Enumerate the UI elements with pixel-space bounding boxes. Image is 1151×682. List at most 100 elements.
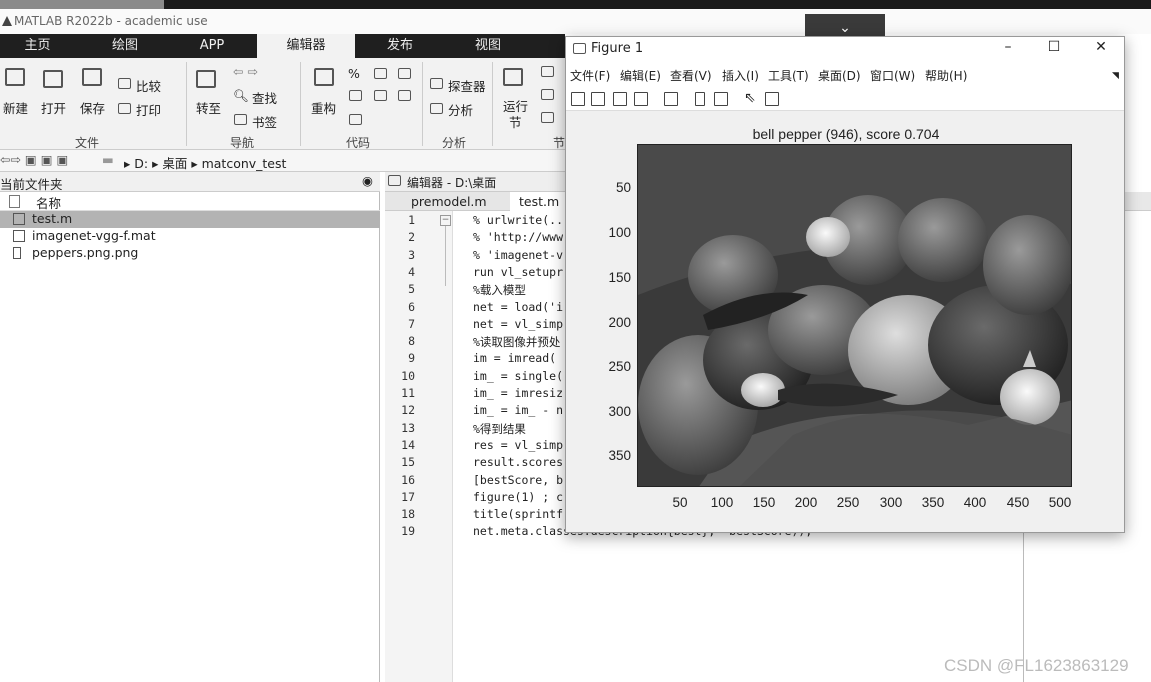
uncomment-icon[interactable] [374,68,387,79]
menu-file[interactable]: 文件(F) [570,67,610,84]
new-figure-icon[interactable] [571,92,585,106]
file-column-header[interactable]: 名称 [0,192,380,211]
code-line[interactable]: run vl_setupr [473,265,563,279]
tab-publish[interactable]: 发布 [360,34,440,58]
file-row[interactable]: peppers.png.png [0,245,380,262]
file-row[interactable]: test.m [0,211,380,228]
menu-help[interactable]: 帮助(H) [925,67,967,84]
tab-home[interactable]: 主页 [0,34,75,58]
minimize-icon[interactable]: – [993,39,1023,55]
panel-menu-icon[interactable]: ◉ [362,173,373,188]
code-line[interactable]: figure(1) ; c [473,490,563,504]
refactor-fx-icon [314,68,334,86]
wrap-icon[interactable] [349,90,362,101]
line-number: 12 [401,403,415,418]
back-forward-arrows-icon[interactable]: ⇦ ⇨ [233,64,258,79]
legend-icon[interactable] [714,92,728,106]
link-plot-icon[interactable] [664,92,678,106]
code-line[interactable]: %载入模型 [473,282,526,298]
run-advance-icon[interactable] [541,89,554,100]
editor-icon [388,175,401,186]
new-button[interactable]: 新建 [3,98,28,117]
path-folder[interactable]: 桌面 [162,156,187,171]
code-line[interactable]: net = load('i [473,300,563,314]
code-line[interactable]: title(sprintf [473,507,563,521]
fold-line [445,226,446,286]
menu-view[interactable]: 查看(V) [670,67,712,84]
x-tick-label: 400 [963,495,987,510]
open-button[interactable]: 打开 [41,98,66,117]
menu-edit[interactable]: 编辑(E) [620,67,661,84]
line-number: 1 [408,213,415,227]
code-line[interactable]: im = imread( [473,351,556,365]
analyze-button[interactable]: 分析 [448,100,473,119]
dock-arrow-icon[interactable]: ◥ [1112,71,1119,81]
x-tick-label: 150 [752,495,776,510]
property-inspector-icon[interactable] [765,92,779,106]
tab-premodel[interactable]: premodel.m × [411,192,495,228]
tab-view[interactable]: 视图 [448,34,528,58]
menu-desktop[interactable]: 桌面(D) [818,67,861,84]
nav-arrows-icon[interactable]: ⇦⇨ ▣ ▣ ▣ [0,152,68,167]
section-break-icon[interactable] [541,66,554,77]
refactor-button[interactable]: 重构 [311,98,336,117]
code-line[interactable]: im_ = im_ - n [473,403,563,417]
run-section-label-2[interactable]: 节 [509,112,522,131]
line-number: 15 [401,455,415,470]
code-line[interactable]: res = vl_simp [473,438,563,452]
open-file-icon[interactable] [591,92,605,106]
divider [422,62,423,146]
line-number: 18 [401,507,415,522]
run-to-end-icon[interactable] [541,112,554,123]
code-line[interactable]: % urlwrite(.. [473,213,563,227]
address-bar[interactable]: ⇦⇨ ▣ ▣ ▣ ▬ ▸ D: ▸ 桌面 ▸ matconv_test [0,150,565,172]
code-line[interactable]: result.scores [473,455,563,469]
code-line[interactable]: % 'http://www [473,230,563,244]
compare-button[interactable]: 比较 [136,76,161,95]
goto-button[interactable]: 转至 [196,98,221,117]
code-line[interactable]: im_ = single( [473,369,563,383]
image-axes[interactable] [637,144,1072,487]
save-figure-icon[interactable] [613,92,627,106]
path-drive[interactable]: D: [134,156,148,171]
figure-title: Figure 1 [591,41,644,56]
comment-percent-button[interactable]: % [348,66,360,81]
format-icon[interactable] [398,68,411,79]
line-number: 8 [408,334,415,349]
file-row[interactable]: imagenet-vgg-f.mat [0,228,380,245]
bookmark-button[interactable]: 书签 [252,112,277,131]
code-line[interactable]: im_ = imresiz [473,386,563,400]
tab-editor[interactable]: 编辑器 [257,34,355,58]
edit-pointer-icon[interactable]: ⇖ [744,90,756,106]
indent-icon[interactable] [374,90,387,101]
fold-collapse-icon[interactable]: − [440,215,451,226]
open-folder-icon [43,70,63,88]
save-button[interactable]: 保存 [80,98,105,117]
code-line[interactable]: [bestScore, b [473,473,563,487]
code-line[interactable]: %得到结果 [473,421,526,437]
print-figure-icon[interactable] [634,92,648,106]
goto-icon [196,70,216,88]
colorbar-icon[interactable] [695,92,705,106]
print-button[interactable]: 打印 [136,100,161,119]
close-icon[interactable]: ✕ [1086,39,1116,55]
menu-tools[interactable]: 工具(T) [768,67,809,84]
smart-indent-icon[interactable] [349,114,362,125]
menu-window[interactable]: 窗口(W) [870,67,915,84]
maximize-icon[interactable]: ☐ [1039,39,1069,55]
code-line[interactable]: % 'imagenet-v [473,248,563,262]
path-subfolder[interactable]: matconv_test [202,156,287,171]
code-line[interactable]: %读取图像并预处 [473,334,560,350]
y-tick-label: 50 [615,180,631,195]
code-line[interactable]: net = vl_simp [473,317,563,331]
tab-plots[interactable]: 绘图 [85,34,165,58]
line-number: 10 [401,368,415,383]
menu-insert[interactable]: 插入(I) [722,67,759,84]
tab-test[interactable]: test.m [510,192,565,211]
line-number: 3 [408,247,415,262]
tab-apps[interactable]: APP [172,34,252,58]
x-tick-label: 450 [1006,495,1030,510]
profiler-button[interactable]: 探查器 [448,76,486,95]
find-button[interactable]: 查找 [252,88,277,107]
outdent-icon[interactable] [398,90,411,101]
